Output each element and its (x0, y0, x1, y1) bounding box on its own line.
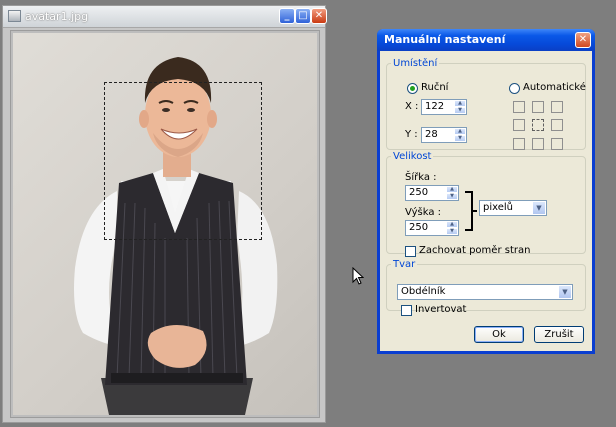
manual-radio[interactable] (407, 83, 418, 94)
image-file-icon (8, 10, 21, 22)
image-window-title: avatar1.jpg (25, 10, 89, 23)
height-spin-arrows[interactable]: ▲ ▼ (446, 221, 458, 235)
width-spinbox[interactable]: 250 ▲ ▼ (405, 185, 459, 201)
manual-settings-dialog: Manuální nastavení ✕ Umístění Ruční Auto… (377, 29, 595, 354)
automatic-radio[interactable] (509, 83, 520, 94)
placement-legend: Umístění (393, 58, 438, 69)
link-bracket-icon (465, 191, 477, 231)
size-group: Velikost Šířka : 250 ▲ ▼ Výška : 250 ▲ ▼ p… (386, 151, 586, 257)
y-label: Y : (405, 129, 418, 140)
y-spin-arrows[interactable]: ▲ ▼ (454, 128, 466, 142)
anchor-bottom-right[interactable] (551, 138, 563, 150)
dialog-titlebar[interactable]: Manuální nastavení ✕ (377, 29, 595, 51)
anchor-middle-left[interactable] (513, 119, 525, 131)
width-value: 250 (409, 187, 429, 198)
ok-button[interactable]: Ok (474, 326, 524, 343)
keep-ratio-label: Zachovat poměr stran (419, 245, 531, 256)
x-value: 122 (425, 101, 445, 112)
close-button[interactable]: ✕ (311, 8, 327, 24)
anchor-bottom-center[interactable] (532, 138, 544, 150)
height-value: 250 (409, 222, 429, 233)
shape-value: Obdélník (401, 286, 446, 297)
x-spin-arrows[interactable]: ▲ ▼ (454, 100, 466, 114)
selection-marquee[interactable] (104, 82, 262, 240)
anchor-center[interactable] (532, 119, 544, 131)
chevron-down-icon[interactable]: ▼ (558, 285, 572, 299)
keep-ratio-checkbox[interactable] (405, 246, 416, 257)
anchor-top-right[interactable] (551, 101, 563, 113)
unit-value: pixelů (483, 202, 514, 213)
dialog-title: Manuální nastavení (384, 33, 506, 46)
manual-label: Ruční (421, 82, 449, 93)
x-label: X : (405, 101, 419, 112)
unit-select[interactable]: pixelů ▼ (479, 200, 547, 216)
maximize-button[interactable]: □ (295, 8, 311, 24)
mouse-cursor-icon (352, 267, 364, 285)
anchor-middle-right[interactable] (551, 119, 563, 131)
width-label: Šířka : (405, 172, 437, 183)
y-spinbox[interactable]: 28 ▲ ▼ (421, 127, 467, 143)
placement-group: Umístění Ruční Automatické X : 122 ▲ ▼ Y … (386, 58, 586, 150)
shape-legend: Tvar (393, 259, 416, 270)
height-label: Výška : (405, 207, 441, 218)
dialog-close-button[interactable]: ✕ (575, 32, 591, 48)
shape-select[interactable]: Obdélník ▼ (397, 284, 573, 300)
shape-group: Tvar Obdélník ▼ Invertovat (386, 259, 586, 316)
automatic-label: Automatické (523, 82, 586, 93)
invert-checkbox[interactable] (401, 305, 412, 316)
photo[interactable] (13, 33, 317, 415)
width-spin-arrows[interactable]: ▲ ▼ (446, 186, 458, 200)
chevron-down-icon[interactable]: ▼ (532, 201, 546, 215)
cancel-button[interactable]: Zrušit (534, 326, 584, 343)
minimize-button[interactable]: _ (279, 8, 295, 24)
x-spinbox[interactable]: 122 ▲ ▼ (421, 99, 467, 115)
invert-label: Invertovat (415, 304, 467, 315)
image-window-titlebar[interactable]: avatar1.jpg _ □ ✕ (3, 6, 327, 28)
image-canvas-frame (10, 30, 320, 418)
y-value: 28 (425, 129, 438, 140)
image-window: avatar1.jpg _ □ ✕ (2, 5, 327, 423)
size-legend: Velikost (393, 151, 432, 162)
anchor-top-left[interactable] (513, 101, 525, 113)
anchor-top-center[interactable] (532, 101, 544, 113)
height-spinbox[interactable]: 250 ▲ ▼ (405, 220, 459, 236)
anchor-bottom-left[interactable] (513, 138, 525, 150)
